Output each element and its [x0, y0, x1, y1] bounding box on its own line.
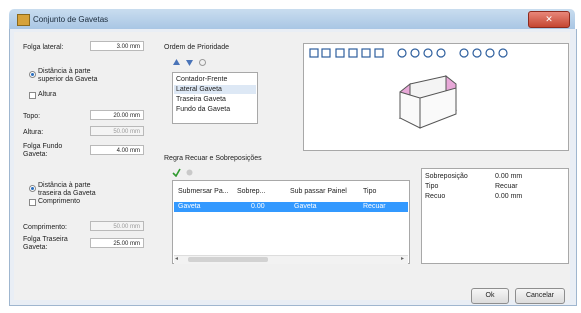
comprimento-checkbox-label: Comprimento: [38, 198, 81, 205]
altura-label: Altura:: [23, 129, 44, 136]
ordem-item[interactable]: Lateral Gaveta: [176, 86, 222, 93]
iso-view-2-icon[interactable]: [410, 48, 420, 58]
move-up-icon[interactable]: [172, 58, 181, 69]
refresh-icon[interactable]: [198, 58, 207, 69]
regra-title: Regra Recuar e Sobreposições: [164, 155, 262, 162]
folga-traseira-input[interactable]: 25.00 mm: [90, 238, 144, 248]
property-value[interactable]: Recuar: [495, 183, 518, 190]
view-bottom-icon[interactable]: [374, 48, 384, 58]
column-header[interactable]: Submersar Pa...: [178, 188, 229, 195]
rotate-icon[interactable]: [498, 48, 508, 58]
zoom-out-icon[interactable]: [472, 48, 482, 58]
view-back-icon[interactable]: [321, 48, 331, 58]
ordem-item[interactable]: Fundo da Gaveta: [176, 106, 230, 113]
horizontal-scrollbar[interactable]: ◂ ▸: [174, 255, 408, 264]
property-key: Tipo: [425, 183, 439, 190]
zoom-fit-icon[interactable]: [485, 48, 495, 58]
table-row[interactable]: Gaveta 0.00 Gaveta Recuar: [174, 202, 408, 212]
title-bar: Conjunto de Gavetas ✕: [9, 9, 575, 29]
radio-distancia-traseira-label: Distância à parte traseira da Gaveta: [38, 182, 96, 197]
zoom-in-icon[interactable]: [459, 48, 469, 58]
app-icon: [17, 14, 30, 26]
radio-distancia-traseira[interactable]: [29, 185, 36, 192]
drawer-3d-model: [392, 70, 464, 134]
property-value[interactable]: 0.00 mm: [495, 173, 522, 180]
table-cell: Gaveta: [294, 203, 317, 210]
ordem-item[interactable]: Traseira Gaveta: [176, 96, 226, 103]
view-right-icon[interactable]: [348, 48, 358, 58]
column-header[interactable]: Sub passar Painel: [290, 188, 347, 195]
ordem-title: Ordem de Prioridade: [164, 44, 229, 51]
cancel-button[interactable]: Cancelar: [515, 288, 565, 304]
table-cell: 0.00: [251, 203, 265, 210]
scroll-left-icon[interactable]: ◂: [175, 255, 178, 262]
radio-distancia-superior-label: Distância à parte superior da Gaveta: [38, 68, 98, 83]
iso-view-1-icon[interactable]: [397, 48, 407, 58]
comprimento-checkbox[interactable]: [29, 199, 36, 206]
iso-view-3-icon[interactable]: [423, 48, 433, 58]
view-front-icon[interactable]: [309, 48, 319, 58]
altura-checkbox[interactable]: [29, 92, 36, 99]
preview-toolbar: [309, 48, 545, 62]
comprimento-label: Comprimento:: [23, 224, 67, 231]
property-value[interactable]: 0.00 mm: [495, 193, 522, 200]
folga-lateral-label: Folga lateral:: [23, 44, 64, 51]
move-down-icon[interactable]: [185, 58, 194, 69]
view-left-icon[interactable]: [335, 48, 345, 58]
remove-rule-icon[interactable]: [185, 168, 194, 179]
topo-label: Topo:: [23, 113, 41, 120]
scrollbar-thumb[interactable]: [188, 257, 268, 262]
iso-view-4-icon[interactable]: [436, 48, 446, 58]
table-cell: Recuar: [363, 203, 386, 210]
table-cell: Gaveta: [178, 203, 201, 210]
folga-fundo-label: Folga Fundo Gaveta:: [23, 143, 63, 158]
folga-lateral-input[interactable]: 3.00 mm: [90, 41, 144, 51]
folga-fundo-input[interactable]: 4.00 mm: [90, 145, 144, 155]
topo-input[interactable]: 20.00 mm: [90, 110, 144, 120]
property-key: Sobreposição: [425, 173, 468, 180]
property-key: Recuo: [425, 193, 446, 200]
altura-input[interactable]: 50.00 mm: [90, 126, 144, 136]
view-top-icon[interactable]: [361, 48, 371, 58]
radio-distancia-superior[interactable]: [29, 71, 36, 78]
ordem-list[interactable]: Contador-Frente Lateral Gaveta Traseira …: [172, 72, 258, 124]
column-header[interactable]: Tipo: [363, 188, 376, 195]
properties-grid[interactable]: Sobreposição 0.00 mm Tipo Recuar Recuo 0…: [421, 168, 569, 264]
ordem-item[interactable]: Contador-Frente: [176, 76, 227, 83]
scroll-right-icon[interactable]: ▸: [401, 255, 404, 262]
column-header[interactable]: Sobrep...: [237, 188, 265, 195]
close-button[interactable]: ✕: [528, 11, 570, 28]
comprimento-input[interactable]: 50.00 mm: [90, 221, 144, 231]
folga-traseira-label: Folga Traseira Gaveta:: [23, 236, 68, 251]
window-title: Conjunto de Gavetas: [33, 15, 109, 24]
altura-checkbox-label: Altura: [38, 91, 57, 98]
add-rule-icon[interactable]: [172, 168, 181, 179]
regra-table[interactable]: Submersar Pa... Sobrep... Sub passar Pai…: [172, 180, 410, 264]
ok-button[interactable]: Ok: [471, 288, 509, 304]
